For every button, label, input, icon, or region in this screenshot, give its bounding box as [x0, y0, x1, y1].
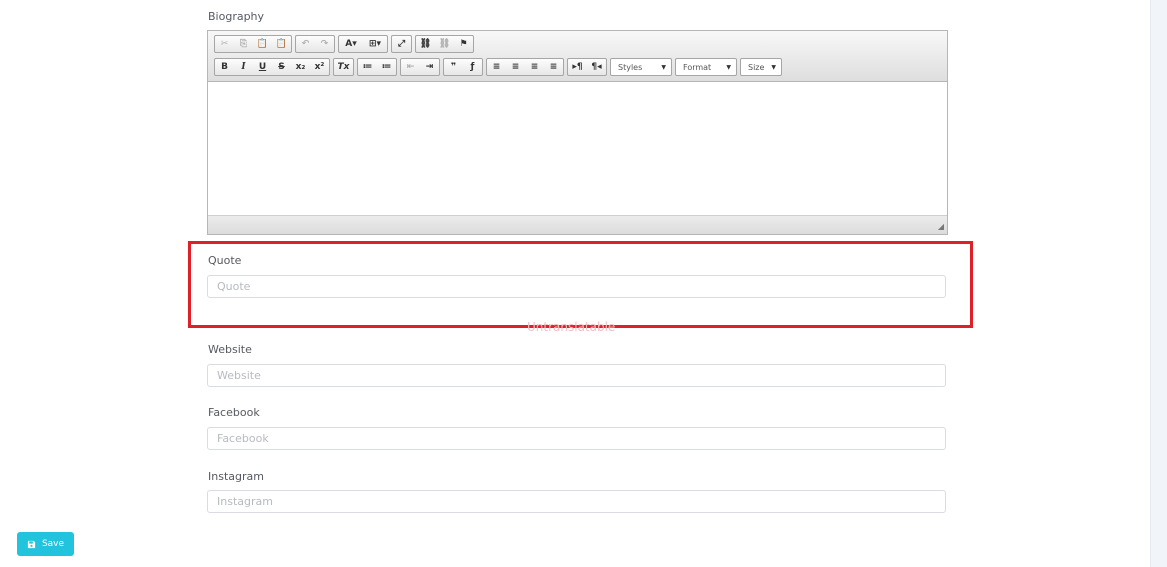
website-label: Website	[208, 343, 252, 356]
indent-group: ⇤ ⇥	[400, 58, 440, 76]
biography-editor[interactable]: ✂ ⎘ 📋 📋 ↶ ↷ A▾ ⊞▾ ⤢ ⛓ ⛓ ⚑ B I U S x₂ x² …	[207, 30, 948, 235]
paste-text-icon[interactable]: 📋	[272, 36, 291, 52]
website-input[interactable]	[207, 364, 946, 387]
underline-icon[interactable]: U	[253, 59, 272, 75]
editor-content-area[interactable]	[208, 82, 947, 216]
numbered-list-icon[interactable]: ≔	[358, 59, 377, 75]
maximize-group: ⤢	[391, 35, 412, 53]
format-dropdown[interactable]: Format ▼	[675, 58, 737, 76]
instagram-label: Instagram	[208, 470, 264, 483]
background-color-icon[interactable]: ⊞▾	[363, 36, 387, 52]
toolbar-row-2: B I U S x₂ x² Tx ≔ ≔ ⇤ ⇥ ❞ ƒ ≡ ≡ ≡ ≡ ▸¶ …	[214, 58, 782, 76]
remove-format-icon[interactable]: Tx	[334, 59, 353, 75]
color-group: A▾ ⊞▾	[338, 35, 388, 53]
save-button-label: Save	[41, 539, 65, 549]
size-dropdown[interactable]: Size ▼	[740, 58, 782, 76]
facebook-input[interactable]	[207, 427, 946, 450]
italic-icon[interactable]: I	[234, 59, 253, 75]
quote-input[interactable]	[207, 275, 946, 298]
save-button[interactable]: Save	[17, 532, 74, 556]
superscript-icon[interactable]: x²	[310, 59, 329, 75]
chevron-down-icon: ▼	[771, 63, 776, 71]
align-left-icon[interactable]: ≡	[487, 59, 506, 75]
block-group: ❞ ƒ	[443, 58, 483, 76]
floppy-disk-icon	[27, 540, 36, 549]
link-icon[interactable]: ⛓	[416, 36, 435, 52]
maximize-icon[interactable]: ⤢	[392, 36, 411, 52]
align-right-icon[interactable]: ≡	[525, 59, 544, 75]
editor-footer: ◢	[208, 215, 947, 234]
align-group: ≡ ≡ ≡ ≡	[486, 58, 564, 76]
size-dropdown-label: Size	[748, 62, 765, 72]
paste-icon[interactable]: 📋	[253, 36, 272, 52]
chevron-down-icon: ▼	[726, 63, 731, 71]
facebook-label: Facebook	[208, 406, 260, 419]
quote-label: Quote	[208, 254, 242, 267]
styles-dropdown[interactable]: Styles ▼	[610, 58, 672, 76]
list-group: ≔ ≔	[357, 58, 397, 76]
instagram-input[interactable]	[207, 490, 946, 513]
align-center-icon[interactable]: ≡	[506, 59, 525, 75]
indent-icon[interactable]: ⇥	[420, 59, 439, 75]
editor-toolbar: ✂ ⎘ 📋 📋 ↶ ↷ A▾ ⊞▾ ⤢ ⛓ ⛓ ⚑ B I U S x₂ x² …	[208, 31, 947, 82]
outdent-icon[interactable]: ⇤	[401, 59, 420, 75]
unlink-icon[interactable]: ⛓	[435, 36, 454, 52]
text-color-icon[interactable]: A▾	[339, 36, 363, 52]
subscript-icon[interactable]: x₂	[291, 59, 310, 75]
bulleted-list-icon[interactable]: ≔	[377, 59, 396, 75]
text-ltr-icon[interactable]: ▸¶	[568, 59, 587, 75]
div-icon[interactable]: ƒ	[463, 59, 482, 75]
copy-icon[interactable]: ⎘	[234, 36, 253, 52]
redo-icon[interactable]: ↷	[315, 36, 334, 52]
biography-label: Biography	[208, 10, 265, 23]
form-card: Biography ✂ ⎘ 📋 📋 ↶ ↷ A▾ ⊞▾ ⤢ ⛓ ⛓ ⚑ B I …	[0, 0, 1151, 567]
history-group: ↶ ↷	[295, 35, 335, 53]
link-group: ⛓ ⛓ ⚑	[415, 35, 474, 53]
anchor-icon[interactable]: ⚑	[454, 36, 473, 52]
align-justify-icon[interactable]: ≡	[544, 59, 563, 75]
resize-handle-icon[interactable]: ◢	[938, 223, 944, 231]
undo-icon[interactable]: ↶	[296, 36, 315, 52]
basic-styles-group: B I U S x₂ x²	[214, 58, 330, 76]
blockquote-icon[interactable]: ❞	[444, 59, 463, 75]
styles-dropdown-label: Styles	[618, 62, 643, 72]
cut-icon[interactable]: ✂	[215, 36, 234, 52]
remove-format-group: Tx	[333, 58, 354, 76]
untranslatable-watermark: Untranslatable	[527, 320, 616, 334]
text-rtl-icon[interactable]: ¶◂	[587, 59, 606, 75]
direction-group: ▸¶ ¶◂	[567, 58, 607, 76]
chevron-down-icon: ▼	[661, 63, 666, 71]
strikethrough-icon[interactable]: S	[272, 59, 291, 75]
bold-icon[interactable]: B	[215, 59, 234, 75]
format-dropdown-label: Format	[683, 62, 712, 72]
clipboard-group: ✂ ⎘ 📋 📋	[214, 35, 292, 53]
toolbar-row-1: ✂ ⎘ 📋 📋 ↶ ↷ A▾ ⊞▾ ⤢ ⛓ ⛓ ⚑	[214, 35, 474, 53]
